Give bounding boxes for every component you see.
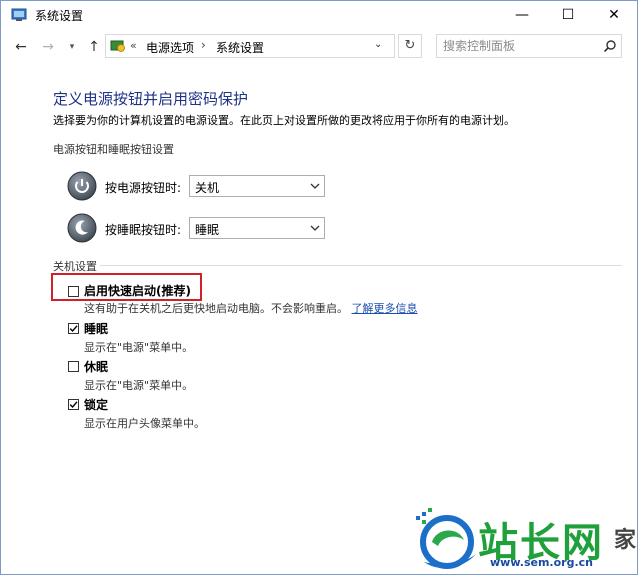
- learn-more-link[interactable]: 了解更多信息: [352, 302, 418, 315]
- breadcrumb-separator[interactable]: ›: [201, 38, 206, 52]
- section-divider: [100, 265, 622, 266]
- search-box[interactable]: [436, 34, 622, 58]
- up-button[interactable]: ↑: [84, 37, 104, 57]
- sleep-button-icon: [67, 213, 97, 243]
- page-description: 选择要为你的计算机设置的电源设置。在此页上对设置所做的更改将应用于你所有的电源计…: [53, 114, 515, 127]
- close-button[interactable]: ✕: [591, 1, 637, 29]
- sleep-button-action-select[interactable]: 睡眠: [189, 217, 325, 239]
- address-bar[interactable]: « 电源选项 › 系统设置 ⌄: [105, 34, 395, 58]
- check-icon: [69, 401, 78, 409]
- sleep-button-label: 按睡眠按钮时:: [105, 223, 182, 237]
- sleep-checkbox[interactable]: [68, 323, 79, 334]
- power-button-label: 按电源按钮时:: [105, 181, 182, 195]
- hibernate-checkbox[interactable]: [68, 361, 79, 372]
- power-button-action-select[interactable]: 关机: [189, 175, 325, 197]
- highlight-box: [51, 273, 202, 301]
- lock-description: 显示在用户头像菜单中。: [84, 417, 205, 430]
- power-button-action-value: 关机: [195, 181, 220, 195]
- title-bar: 系统设置 — ☐ ✕: [1, 1, 637, 29]
- breadcrumb-system-settings[interactable]: 系统设置: [216, 39, 264, 56]
- lock-checkbox[interactable]: [68, 399, 79, 410]
- forward-button[interactable]: →: [38, 37, 58, 57]
- search-icon[interactable]: [603, 39, 617, 53]
- breadcrumb-power-options[interactable]: 电源选项: [146, 39, 194, 56]
- control-panel-icon: [11, 8, 27, 21]
- control-panel-icon: [110, 40, 125, 52]
- window-title: 系统设置: [35, 9, 84, 23]
- back-button[interactable]: ←: [11, 37, 31, 57]
- sleep-label[interactable]: 睡眠: [84, 320, 108, 337]
- shutdown-section-label: 关机设置: [53, 260, 97, 273]
- hibernate-label[interactable]: 休眠: [84, 358, 108, 375]
- power-section-label: 电源按钮和睡眠按钮设置: [53, 143, 174, 156]
- watermark-url: www.sem.org.cn: [490, 556, 593, 569]
- page-heading: 定义电源按钮并启用密码保护: [53, 90, 249, 108]
- maximize-button[interactable]: ☐: [545, 1, 591, 29]
- site-logo-icon: [416, 508, 476, 569]
- search-input[interactable]: [443, 39, 593, 53]
- address-overflow[interactable]: «: [130, 39, 137, 52]
- sleep-button-action-value: 睡眠: [195, 223, 220, 237]
- watermark: 站长网 www.sem.org.cn 家: [414, 506, 638, 576]
- fast-startup-desc-text: 这有助于在关机之后更快地启动电脑。不会影响重启。: [84, 302, 348, 315]
- chevron-down-icon: [310, 225, 320, 231]
- refresh-button[interactable]: ↻: [398, 34, 422, 58]
- hibernate-description: 显示在"电源"菜单中。: [84, 379, 194, 392]
- address-dropdown-icon[interactable]: ⌄: [374, 39, 382, 50]
- fast-startup-description: 这有助于在关机之后更快地启动电脑。不会影响重启。 了解更多信息: [84, 300, 418, 316]
- lock-label[interactable]: 锁定: [84, 396, 108, 413]
- recent-locations-dropdown[interactable]: ▾: [62, 37, 82, 57]
- watermark-tail: 家: [614, 527, 637, 553]
- check-icon: [69, 325, 78, 333]
- minimize-button[interactable]: —: [499, 1, 545, 29]
- sleep-description: 显示在"电源"菜单中。: [84, 341, 194, 354]
- chevron-down-icon: [310, 183, 320, 189]
- power-button-icon: [67, 171, 97, 201]
